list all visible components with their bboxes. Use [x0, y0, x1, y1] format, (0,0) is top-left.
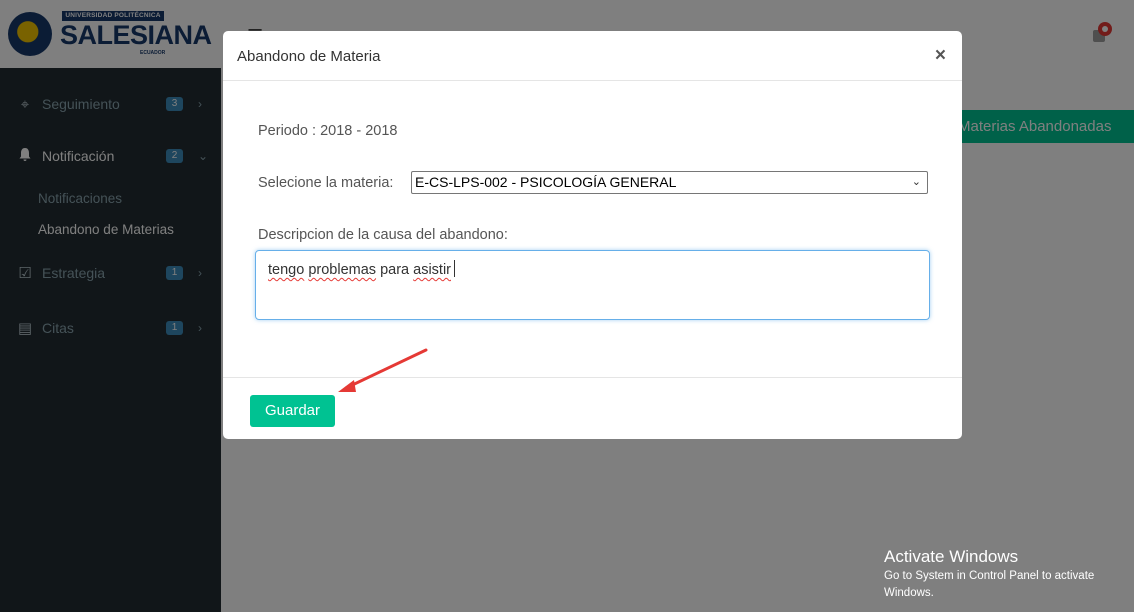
annotation-arrow-icon — [338, 348, 428, 392]
textarea-word: asistir — [413, 262, 451, 278]
textarea-word: problemas — [308, 262, 377, 278]
modal-title: Abandono de Materia — [237, 48, 381, 65]
descripcion-textarea[interactable]: tengo problemas para asistir — [255, 250, 930, 320]
descripcion-label: Descripcion de la causa del abandono: — [258, 227, 508, 243]
text-caret — [454, 260, 455, 277]
activate-subtitle: Go to System in Control Panel to activat… — [884, 570, 1095, 599]
textarea-word: para — [380, 262, 410, 278]
chevron-down-icon: ⌄ — [911, 176, 921, 188]
guardar-button[interactable]: Guardar — [250, 395, 335, 427]
materia-select-value: E-CS-LPS-002 - PSICOLOGÍA GENERAL — [415, 174, 677, 190]
periodo-text: Periodo : 2018 - 2018 — [258, 123, 398, 139]
textarea-word: tengo — [268, 262, 305, 278]
windows-activation-watermark: Activate Windows Go to System in Control… — [884, 546, 1134, 602]
activate-title: Activate Windows — [884, 547, 1019, 566]
materia-select[interactable]: E-CS-LPS-002 - PSICOLOGÍA GENERAL ⌄ — [411, 171, 928, 194]
close-icon[interactable]: × — [935, 46, 946, 65]
modal-header: Abandono de Materia × — [223, 31, 962, 81]
materia-select-label: Selecione la materia: — [258, 175, 394, 191]
